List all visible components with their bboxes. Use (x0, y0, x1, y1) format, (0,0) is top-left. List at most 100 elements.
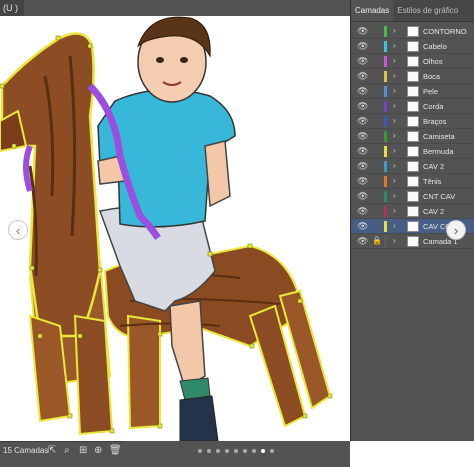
carousel-dot[interactable] (243, 449, 247, 453)
top-strip: (U ) (0, 0, 350, 16)
chevron-left-icon: ‹ (15, 222, 21, 238)
layer-name[interactable]: Boca (423, 69, 440, 84)
layer-name[interactable]: Corda (423, 99, 443, 114)
layer-row[interactable]: 👁 › Bermuda (351, 144, 474, 159)
eye-icon[interactable]: 👁 (357, 191, 368, 201)
chevron-right-icon[interactable]: › (393, 161, 396, 170)
new-layer-icon[interactable]: ⊕ (94, 445, 102, 456)
chevron-right-icon[interactable]: › (393, 86, 396, 95)
layer-name[interactable]: CONTORNO (423, 24, 467, 39)
export-icon[interactable]: ⇱ (48, 445, 56, 456)
layer-name[interactable]: Bermuda (423, 144, 453, 159)
layer-name[interactable]: Cabelo (423, 39, 447, 54)
eye-icon[interactable]: 👁 (357, 131, 368, 141)
layer-name[interactable]: Braços (423, 114, 446, 129)
layer-color-swatch (384, 236, 387, 247)
chevron-right-icon[interactable]: › (393, 206, 396, 215)
eye-icon[interactable]: 👁 (357, 26, 368, 36)
layer-row[interactable]: 👁 › CAV 2 (351, 204, 474, 219)
layer-name[interactable]: CAV 2 (423, 159, 444, 174)
chevron-right-icon[interactable]: › (393, 116, 396, 125)
layer-color-swatch (384, 101, 387, 112)
layer-name[interactable]: CAV 2 (423, 204, 444, 219)
chevron-right-icon[interactable]: › (393, 146, 396, 155)
eye-icon[interactable]: 👁 (357, 221, 368, 231)
layer-thumbnail (407, 221, 419, 232)
layer-name[interactable]: Tênis (423, 174, 441, 189)
layer-color-swatch (384, 116, 387, 127)
layer-row[interactable]: 👁 › Corda (351, 99, 474, 114)
layer-thumbnail (407, 26, 419, 37)
eye-icon[interactable]: 👁 (357, 206, 368, 216)
layer-row[interactable]: 👁 › CNT CAV (351, 189, 474, 204)
layer-row[interactable]: 👁 › CAV 2 (351, 159, 474, 174)
layer-thumbnail (407, 86, 419, 97)
lock-icon[interactable]: 🔒 (372, 236, 382, 245)
layers-panel-footer: 15 Camadas ⇱ ⌕ ⊞ ⊕ 🗑 (0, 441, 124, 467)
chevron-right-icon[interactable]: › (393, 131, 396, 140)
document-tab[interactable]: (U ) (0, 0, 24, 16)
layer-color-swatch (384, 221, 387, 232)
chevron-right-icon[interactable]: › (393, 176, 396, 185)
eye-icon[interactable]: 👁 (357, 161, 368, 171)
eye-icon[interactable]: 👁 (357, 86, 368, 96)
layer-thumbnail (407, 71, 419, 82)
search-icon[interactable]: ⌕ (64, 445, 70, 456)
chevron-right-icon[interactable]: › (393, 56, 396, 65)
layer-row[interactable]: 👁 › Braços (351, 114, 474, 129)
chevron-right-icon[interactable]: › (393, 221, 396, 230)
artboard-canvas[interactable] (0, 16, 350, 441)
chevron-right-icon[interactable]: › (393, 41, 396, 50)
carousel-dot[interactable] (261, 449, 265, 453)
layer-name[interactable]: Olhos (423, 54, 443, 69)
layer-thumbnail (407, 101, 419, 112)
carousel-dot[interactable] (198, 449, 202, 453)
chevron-right-icon[interactable]: › (393, 71, 396, 80)
carousel-dots (198, 449, 274, 453)
layer-thumbnail (407, 116, 419, 127)
tab-estilos-de-grafico[interactable]: Estilos de gráfico (393, 0, 462, 21)
layer-name[interactable]: Camiseta (423, 129, 455, 144)
eye-icon[interactable]: 👁 (357, 71, 368, 81)
illustration (0, 16, 333, 441)
carousel-dot[interactable] (252, 449, 256, 453)
layer-row[interactable]: 👁 › Olhos (351, 54, 474, 69)
layer-row[interactable]: 👁 › Cabelo (351, 39, 474, 54)
layer-thumbnail (407, 236, 419, 247)
eye-icon[interactable]: 👁 (357, 41, 368, 51)
layer-thumbnail (407, 56, 419, 67)
layer-row[interactable]: 👁 › Tênis (351, 174, 474, 189)
carousel-dot[interactable] (270, 449, 274, 453)
layer-row[interactable]: 👁 › Pele (351, 84, 474, 99)
eye-icon[interactable]: 👁 (357, 176, 368, 186)
chevron-right-icon[interactable]: › (393, 26, 396, 35)
chevron-right-icon[interactable]: › (393, 101, 396, 110)
carousel-dot[interactable] (207, 449, 211, 453)
layer-color-swatch (384, 206, 387, 217)
carousel-prev-button[interactable]: ‹ (8, 220, 28, 240)
carousel-dot[interactable] (234, 449, 238, 453)
layer-row[interactable]: 👁 › Boca (351, 69, 474, 84)
sublayer-icon[interactable]: ⊞ (79, 445, 87, 456)
trash-icon[interactable]: 🗑 (109, 445, 122, 456)
layer-row[interactable]: 👁 › CONTORNO (351, 24, 474, 39)
eye-icon[interactable]: 👁 (357, 236, 368, 246)
layer-row[interactable]: 👁 › Camiseta (351, 129, 474, 144)
carousel-dot[interactable] (225, 449, 229, 453)
layer-thumbnail (407, 206, 419, 217)
carousel-dot[interactable] (216, 449, 220, 453)
chevron-right-icon[interactable]: › (393, 191, 396, 200)
tab-camadas[interactable]: Camadas (351, 0, 394, 21)
layer-thumbnail (407, 161, 419, 172)
eye-icon[interactable]: 👁 (357, 101, 368, 111)
layer-list: 👁 › CONTORNO 👁 › Cabelo 👁 › Olhos 👁 › Boca 👁 › Pele 👁 › C… (351, 24, 474, 249)
carousel-next-button[interactable]: › (446, 220, 466, 240)
eye-icon[interactable]: 👁 (357, 56, 368, 66)
layer-name[interactable]: Pele (423, 84, 438, 99)
layer-thumbnail (407, 176, 419, 187)
eye-icon[interactable]: 👁 (357, 116, 368, 126)
eye-icon[interactable]: 👁 (357, 146, 368, 156)
layer-name[interactable]: CNT CAV (423, 189, 455, 204)
chevron-right-icon[interactable]: › (393, 236, 396, 245)
layer-thumbnail (407, 191, 419, 202)
